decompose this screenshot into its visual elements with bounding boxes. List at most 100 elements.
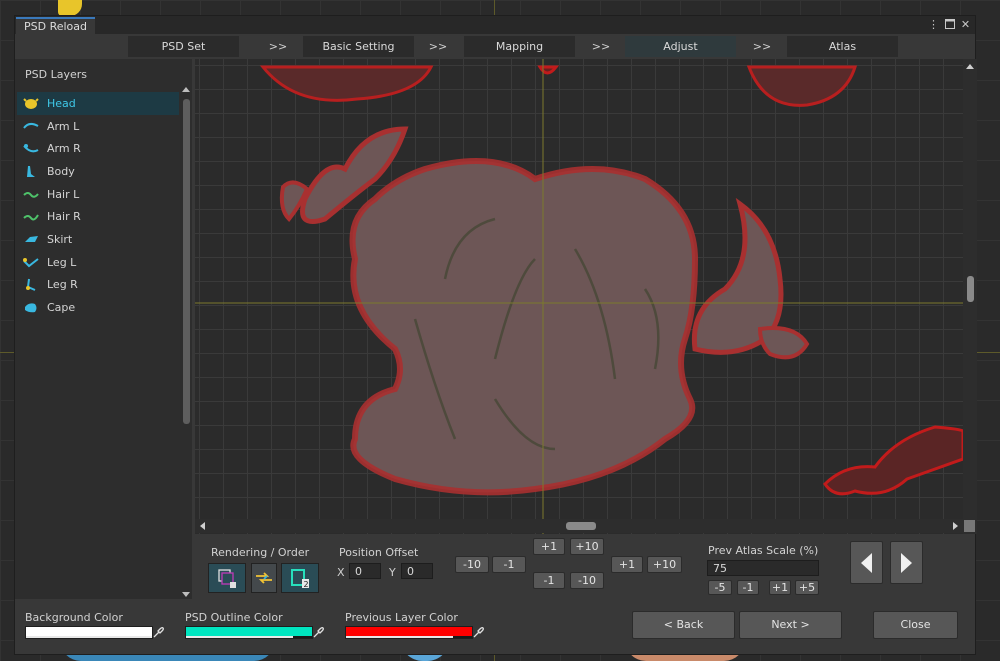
layer-item-leg-l[interactable]: Leg L [17, 251, 179, 274]
close-icon[interactable]: ✕ [960, 19, 971, 31]
vertical-scroll-thumb[interactable] [967, 276, 974, 302]
scroll-up-icon[interactable] [966, 64, 974, 69]
layer-label: Head [47, 96, 76, 110]
y-plus-1-button[interactable]: +1 [533, 538, 565, 555]
body-layer-icon [23, 165, 39, 178]
y-minus-10-button[interactable]: -10 [570, 572, 604, 589]
adjust-controls: Rendering / Order 2 Position Offset X Y [195, 536, 975, 598]
leg-r-layer-icon [23, 278, 39, 292]
layer-label: Skirt [47, 232, 73, 246]
psd-layers-title: PSD Layers [25, 68, 87, 81]
layer-item-hair-r[interactable]: Hair R [17, 205, 179, 228]
step-separator: >> [268, 40, 288, 53]
prev-layer-button[interactable] [850, 541, 883, 584]
window-title-tab[interactable]: PSD Reload [16, 17, 96, 34]
position-x-input[interactable] [349, 563, 381, 579]
kebab-menu-icon[interactable]: ⋮ [928, 19, 939, 31]
x-plus-1-button[interactable]: +1 [611, 556, 643, 573]
x-plus-10-button[interactable]: +10 [647, 556, 682, 573]
prev-layer-shape [823, 425, 963, 496]
atlas-scale-label: Prev Atlas Scale (%) [708, 544, 819, 557]
layer-label: Arm R [47, 142, 81, 156]
y-minus-1-button[interactable]: -1 [533, 572, 565, 589]
layer-label: Hair R [47, 210, 81, 224]
background-color-label: Background Color [25, 611, 123, 624]
prev-layer-shape [537, 65, 560, 75]
layer-label: Cape [47, 301, 76, 315]
scale-plus-5-button[interactable]: +5 [795, 580, 819, 595]
canvas-vertical-scrollbar[interactable] [963, 59, 977, 534]
next-button[interactable]: Next > [739, 611, 842, 639]
swap-order-button[interactable] [251, 563, 277, 593]
step-mapping[interactable]: Mapping [464, 36, 575, 57]
svg-text:2: 2 [304, 580, 309, 589]
scrollbar-corner [964, 520, 975, 532]
eyedropper-icon[interactable] [311, 626, 325, 639]
position-y-input[interactable] [401, 563, 433, 579]
prev-layer-color-swatch[interactable] [345, 626, 473, 639]
layer-item-body[interactable]: Body [17, 160, 179, 183]
canvas-horizontal-scrollbar[interactable] [195, 519, 963, 533]
back-button[interactable]: < Back [632, 611, 735, 639]
y-plus-10-button[interactable]: +10 [570, 538, 604, 555]
x-label: X [337, 566, 345, 579]
layer-item-head[interactable]: Head [17, 92, 179, 115]
scale-plus-1-button[interactable]: +1 [769, 580, 791, 595]
layer-item-leg-r[interactable]: Leg R [17, 274, 179, 297]
outline-color-swatch[interactable] [185, 626, 313, 639]
horizontal-scroll-thumb[interactable] [566, 522, 596, 530]
order-number-button[interactable]: 2 [281, 563, 319, 593]
wizard-steps: PSD Set >> Basic Setting >> Mapping >> A… [128, 36, 898, 57]
scroll-down-icon[interactable] [182, 592, 190, 597]
psd-layers-panel: PSD Layers Head Arm L Arm R Body Hair L [15, 59, 192, 599]
x-minus-1-button[interactable]: -1 [492, 556, 526, 573]
preview-canvas[interactable] [195, 59, 963, 534]
scroll-right-icon[interactable] [953, 522, 958, 530]
head-layer-icon [23, 97, 39, 110]
layer-item-arm-l[interactable]: Arm L [17, 115, 179, 138]
layer-item-arm-r[interactable]: Arm R [17, 137, 179, 160]
step-atlas[interactable]: Atlas [787, 36, 898, 57]
scroll-left-icon[interactable] [200, 522, 205, 530]
layer-label: Body [47, 164, 75, 178]
order-icon: 2 [291, 569, 309, 589]
scale-minus-5-button[interactable]: -5 [708, 580, 732, 595]
footer-bar: Background Color PSD Outline Color Previ… [15, 604, 975, 654]
y-label: Y [389, 566, 396, 579]
layer-list: Head Arm L Arm R Body Hair L Hair R Skir… [17, 92, 179, 319]
eyedropper-icon[interactable] [151, 626, 165, 639]
eyedropper-icon[interactable] [471, 626, 485, 639]
close-button[interactable]: Close [873, 611, 958, 639]
scene-yellow-shape [58, 0, 82, 16]
outline-color-label: PSD Outline Color [185, 611, 283, 624]
step-basic-setting[interactable]: Basic Setting [303, 36, 414, 57]
next-layer-button[interactable] [890, 541, 923, 584]
layer-item-cape[interactable]: Cape [17, 296, 179, 319]
layer-item-hair-l[interactable]: Hair L [17, 183, 179, 206]
maximize-icon[interactable] [944, 19, 955, 31]
leg-l-layer-icon [23, 256, 39, 269]
prev-layer-color-label: Previous Layer Color [345, 611, 458, 624]
x-minus-10-button[interactable]: -10 [455, 556, 489, 573]
swap-icon [256, 572, 272, 584]
step-adjust[interactable]: Adjust [625, 36, 736, 57]
arrow-left-icon [861, 552, 872, 573]
prev-layer-shape [746, 65, 858, 107]
layer-label: Hair L [47, 187, 80, 201]
atlas-scale-input[interactable] [707, 560, 819, 576]
scroll-up-icon[interactable] [182, 87, 190, 92]
psd-reload-window: PSD Reload ⋮ ✕ PSD Set >> Basic Setting … [14, 15, 977, 655]
layers-scrollbar[interactable] [181, 87, 191, 597]
step-separator: >> [752, 40, 772, 53]
layers-scroll-thumb[interactable] [183, 99, 190, 424]
step-separator: >> [591, 40, 611, 53]
step-psd-set[interactable]: PSD Set [128, 36, 239, 57]
hair-l-layer-icon [23, 188, 39, 201]
hair-r-layer-icon [23, 210, 39, 223]
layer-item-skirt[interactable]: Skirt [17, 228, 179, 251]
prev-layer-shape [259, 65, 434, 102]
render-layers-button[interactable] [208, 563, 246, 593]
scale-minus-1-button[interactable]: -1 [737, 580, 759, 595]
window-controls: ⋮ ✕ [928, 17, 971, 33]
background-color-swatch[interactable] [25, 626, 153, 639]
